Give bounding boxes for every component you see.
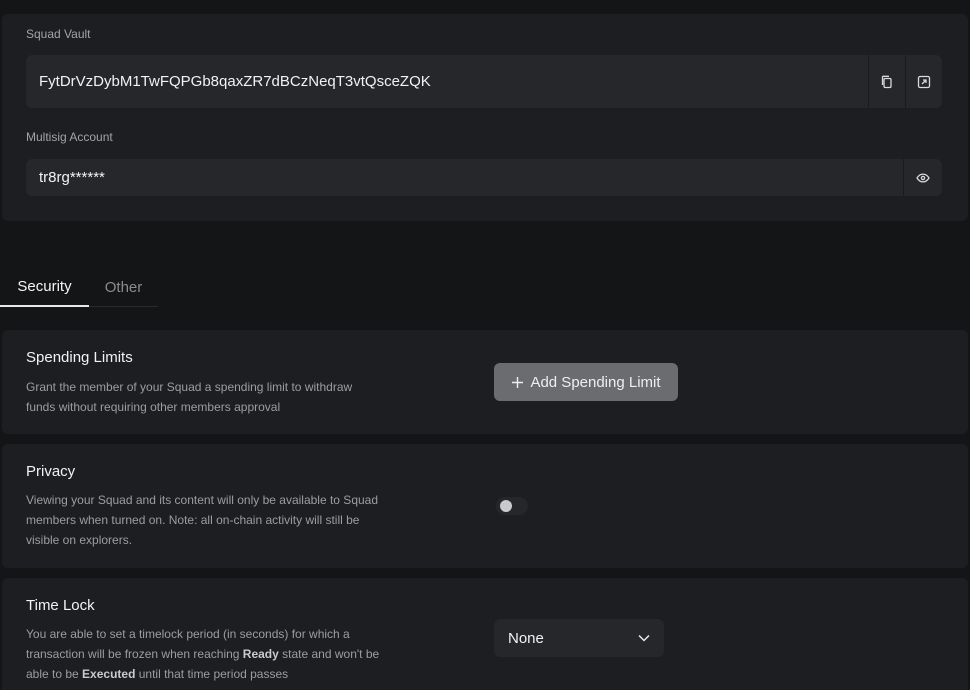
multisig-account-value[interactable]: tr8rg****** [26,169,903,186]
settings-tabs: Security Other [0,268,158,308]
time-lock-select[interactable]: None [494,619,664,657]
copy-button[interactable] [868,55,905,108]
executed-state-label: Executed [82,667,136,681]
time-lock-desc-part-3: until that time period passes [135,667,289,681]
toggle-knob [500,500,512,512]
time-lock-card: Time Lock You are able to set a timelock… [2,578,968,690]
ready-state-label: Ready [242,647,279,661]
account-info-card: Squad Vault FytDrVzDybM1TwFQPGb8qaxZR7dB… [2,14,968,221]
multisig-account-field: tr8rg****** [26,159,942,196]
privacy-description: Viewing your Squad and its content will … [26,493,379,547]
vault-label: Squad Vault [26,27,91,41]
privacy-card: Privacy Viewing your Squad and its conte… [2,444,968,568]
tab-other[interactable]: Other [89,268,158,307]
privacy-title: Privacy [26,463,76,480]
vault-address-field: FytDrVzDybM1TwFQPGb8qaxZR7dBCzNeqT3vtQsc… [26,55,942,108]
tab-security[interactable]: Security [0,268,89,307]
privacy-toggle[interactable] [496,497,528,515]
external-link-icon [917,75,931,88]
eye-icon [916,172,930,183]
chevron-down-icon [638,634,650,642]
add-spending-limit-button[interactable]: Add Spending Limit [494,363,678,401]
time-lock-description: You are able to set a timelock period (i… [26,624,388,684]
spending-limits-description: Grant the member of your Squad a spendin… [26,380,353,414]
spending-limits-title: Spending Limits [26,349,133,366]
vault-address-value[interactable]: FytDrVzDybM1TwFQPGb8qaxZR7dBCzNeqT3vtQsc… [26,73,868,90]
copy-icon [881,75,892,88]
time-lock-selected-value: None [508,629,544,647]
add-spending-limit-label: Add Spending Limit [530,373,661,391]
spending-limits-card: Spending Limits Grant the member of your… [2,330,968,434]
reveal-button[interactable] [903,159,942,196]
time-lock-title: Time Lock [26,597,95,614]
squad-settings-page: Squad Vault FytDrVzDybM1TwFQPGb8qaxZR7dB… [0,0,970,690]
open-explorer-button[interactable] [905,55,942,108]
multisig-label: Multisig Account [26,130,113,144]
plus-icon [512,376,524,388]
